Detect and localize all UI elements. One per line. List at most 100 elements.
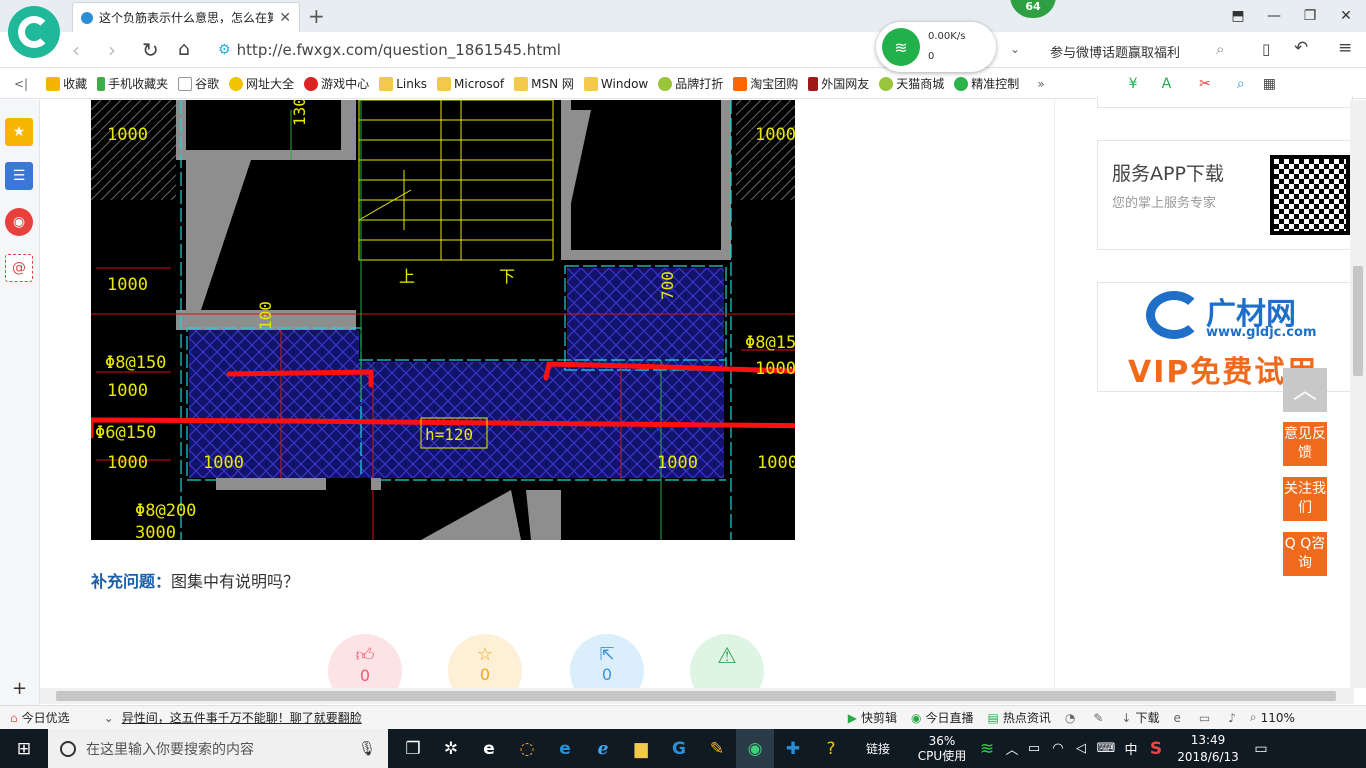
- mobile-icon[interactable]: ▯: [1262, 40, 1270, 58]
- bookmark-item[interactable]: 游戏中心: [304, 75, 369, 92]
- show-hidden-icons[interactable]: ︿: [1002, 729, 1022, 768]
- app-download-card[interactable]: 服务APP下载 您的掌上服务专家: [1097, 140, 1353, 250]
- back-icon[interactable]: ‹: [72, 38, 80, 62]
- zoom-level[interactable]: ⌕ 110%: [1250, 710, 1295, 725]
- glodon-icon[interactable]: G: [660, 729, 698, 768]
- top-ad-card[interactable]: [1097, 96, 1353, 108]
- bookmark-item[interactable]: Microsof: [437, 76, 504, 91]
- bookmark-item[interactable]: 外国网友: [808, 75, 869, 92]
- windows-start-icon[interactable]: ⊞: [0, 729, 48, 768]
- tools-icon[interactable]: ✎: [1093, 711, 1103, 725]
- back-to-top-button[interactable]: ︿: [1283, 368, 1327, 412]
- ime-indicator[interactable]: 中: [1120, 739, 1142, 758]
- vpn-plus-icon[interactable]: ✚: [774, 729, 812, 768]
- qq-consult-button[interactable]: Q Q咨询: [1283, 532, 1327, 576]
- bookmark-item[interactable]: 品牌打折: [658, 75, 723, 92]
- url-text[interactable]: http://e.fwxgx.com/question_1861545.html: [237, 41, 561, 59]
- undo-icon[interactable]: ↶: [1294, 38, 1308, 58]
- bookmark-item[interactable]: 手机收藏夹: [97, 75, 168, 92]
- bookmark-item[interactable]: 谷歌: [178, 75, 219, 92]
- bookmark-item[interactable]: 天猫商城: [879, 75, 944, 92]
- more-bookmarks-icon[interactable]: »: [1037, 77, 1044, 91]
- forward-icon[interactable]: ›: [108, 38, 116, 62]
- microphone-icon[interactable]: 🎙︎: [358, 741, 376, 757]
- link-label[interactable]: 链接: [860, 740, 896, 757]
- notes-icon[interactable]: ✎: [698, 729, 736, 768]
- report-button[interactable]: ⚠: [690, 634, 764, 688]
- speed-browser-icon[interactable]: ◌: [508, 729, 546, 768]
- close-icon[interactable]: ✕: [279, 10, 291, 26]
- shirt-skin-icon[interactable]: ⬒: [1220, 0, 1256, 32]
- sidebar-toggle-icon[interactable]: <|: [14, 77, 28, 91]
- sogou-input-icon[interactable]: S: [1142, 729, 1170, 768]
- ie-mode-icon[interactable]: e: [1173, 711, 1180, 725]
- search-icon[interactable]: ⌕: [1216, 40, 1224, 58]
- action-center-icon[interactable]: ▭: [1246, 729, 1276, 768]
- kuaijian-button[interactable]: ▶ 快剪辑: [848, 709, 897, 726]
- scissors-icon[interactable]: ✂: [1199, 76, 1211, 92]
- news-link[interactable]: 异性间，这五件事千万不能聊！聊了就要翻脸: [122, 709, 362, 726]
- vertical-scrollbar-thumb[interactable]: [1353, 266, 1363, 376]
- 360-browser-icon[interactable]: ◉: [736, 729, 774, 768]
- address-bar[interactable]: ⚙ http://e.fwxgx.com/question_1861545.ht…: [218, 36, 878, 64]
- reader-list-icon[interactable]: ☰: [5, 162, 33, 190]
- horizontal-scrollbar-thumb[interactable]: [56, 691, 1336, 701]
- restore-icon[interactable]: ❐: [1292, 0, 1328, 32]
- chevron-down-icon[interactable]: ⌄: [1010, 42, 1020, 56]
- edge-browser-icon[interactable]: e: [470, 729, 508, 768]
- close-window-icon[interactable]: ✕: [1328, 0, 1364, 32]
- yen-icon[interactable]: ¥: [1129, 76, 1138, 92]
- weibo-icon[interactable]: ◉: [5, 208, 33, 236]
- live-button[interactable]: ◉ 今日直播: [911, 709, 974, 726]
- file-explorer-icon[interactable]: ▆: [622, 729, 660, 768]
- bookmark-item[interactable]: 精准控制: [954, 75, 1019, 92]
- window-icon[interactable]: ▭: [1199, 711, 1210, 725]
- like-button[interactable]: 👍︎ 0: [328, 634, 402, 688]
- taskbar-search-input[interactable]: 在这里输入你要搜索的内容 🎙︎: [48, 729, 388, 768]
- follow-us-button[interactable]: 关注我们: [1283, 477, 1327, 521]
- clock[interactable]: 13:49 2018/6/13: [1170, 732, 1246, 766]
- bookmark-item[interactable]: 网址大全: [229, 75, 294, 92]
- task-view-icon[interactable]: ❐: [394, 729, 432, 768]
- browser-logo-icon[interactable]: [8, 6, 60, 58]
- new-tab-button[interactable]: +: [308, 4, 325, 28]
- help-icon[interactable]: ?: [812, 729, 850, 768]
- network-icon[interactable]: ◠: [1046, 729, 1070, 768]
- bookmark-item[interactable]: MSN 网: [514, 75, 574, 92]
- ie-icon[interactable]: ℯ: [584, 729, 622, 768]
- bookmark-item[interactable]: Links: [379, 76, 427, 91]
- today-picks[interactable]: ⌂ 今日优选: [10, 709, 70, 726]
- email-icon[interactable]: @: [5, 254, 33, 282]
- download-button[interactable]: ↓ 下载: [1121, 709, 1159, 726]
- chevron-down-icon[interactable]: ⌄: [104, 711, 114, 725]
- cpu-meter[interactable]: 36% CPU使用: [912, 734, 972, 764]
- bookmark-item[interactable]: 收藏: [46, 75, 87, 92]
- favorites-star-icon[interactable]: ★: [5, 118, 33, 146]
- weibo-promo-link[interactable]: 参与微博话题赢取福利: [1050, 42, 1180, 61]
- volume-icon[interactable]: ♪: [1228, 711, 1236, 725]
- grid-apps-icon[interactable]: ▦: [1263, 76, 1276, 92]
- wifi-speed-widget[interactable]: ≋ 0.00K/s 0: [876, 22, 996, 72]
- favorite-button[interactable]: ☆ 0: [448, 634, 522, 688]
- home-icon[interactable]: ⌂: [178, 38, 190, 60]
- tab-current[interactable]: 这个负筋表示什么意思，怎么在算 ✕: [72, 2, 300, 32]
- speed-icon[interactable]: ◔: [1065, 711, 1075, 725]
- vertical-scrollbar[interactable]: [1350, 100, 1366, 688]
- bookmark-item[interactable]: Window: [583, 76, 648, 91]
- share-button[interactable]: ⇱ 0: [570, 634, 644, 688]
- menu-icon[interactable]: ≡: [1338, 38, 1352, 58]
- horizontal-scrollbar[interactable]: [40, 688, 1354, 704]
- volume-tray-icon[interactable]: ◁: [1070, 729, 1092, 768]
- feedback-button[interactable]: 意见反馈: [1283, 422, 1327, 466]
- edge-blue-icon[interactable]: e: [546, 729, 584, 768]
- translate-icon[interactable]: A: [1162, 76, 1172, 92]
- search-tool-icon[interactable]: ⌕: [1237, 76, 1245, 92]
- minimize-icon[interactable]: —: [1256, 0, 1292, 32]
- hot-news-button[interactable]: ▤ 热点资讯: [987, 709, 1050, 726]
- refresh-icon[interactable]: ↻: [142, 38, 159, 62]
- wifi-tray-icon[interactable]: ≋: [972, 729, 1002, 768]
- battery-icon[interactable]: ▭: [1022, 729, 1046, 768]
- bookmark-item[interactable]: 淘宝团购: [733, 75, 798, 92]
- keyboard-icon[interactable]: ⌨: [1092, 729, 1120, 768]
- add-sidebar-icon[interactable]: +: [12, 678, 27, 699]
